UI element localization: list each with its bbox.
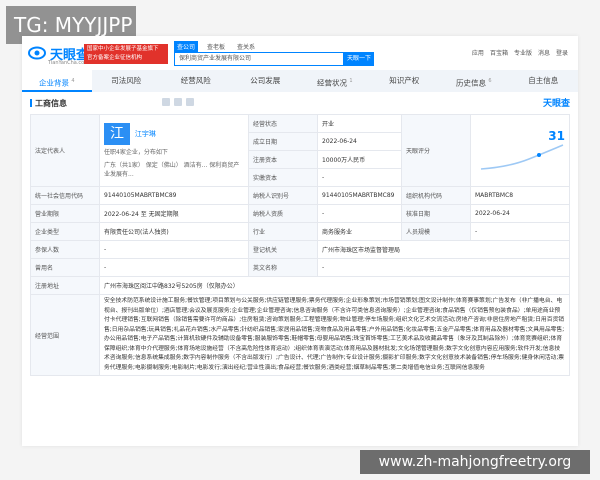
taxid-label: 纳税人识别号 xyxy=(248,186,318,205)
legal-rep-label: 法定代表人 xyxy=(30,114,100,187)
score-label: 天眼评分 xyxy=(401,114,471,187)
scope-label: 经营范围 xyxy=(30,294,100,376)
logo-sub: TianYanCha.com xyxy=(48,60,90,66)
paid-value: - xyxy=(317,168,402,187)
capital-value: 10000万人民币 xyxy=(317,150,402,169)
former-value: - xyxy=(99,258,249,277)
tab-history[interactable]: 历史信息 6 xyxy=(439,70,509,92)
legal-rep-roles: 任职4家企业，分布如下 xyxy=(104,149,168,156)
menu-pro[interactable]: 专业版 xyxy=(514,48,532,57)
staff-value: - xyxy=(470,222,570,241)
paid-label: 实缴资本 xyxy=(248,168,318,187)
menu-messages[interactable]: 消息 xyxy=(538,48,550,57)
copy-icon[interactable] xyxy=(162,98,170,106)
tab-operation[interactable]: 经营状况 1 xyxy=(300,70,370,92)
address-value: 广州市海珠区阅江中路832号5205房（仅限办公） xyxy=(99,276,570,295)
tab-self-info[interactable]: 自主信息 xyxy=(509,70,579,92)
logo-eye-icon xyxy=(28,46,46,60)
tab-ip[interactable]: 知识产权 xyxy=(370,70,440,92)
orgcode-value: MABRTBMC8 xyxy=(470,186,570,205)
status-value: 开业 xyxy=(317,114,402,133)
authority-label: 登记机关 xyxy=(248,240,318,259)
credit-value: 91440105MABRTBMC89 xyxy=(99,186,249,205)
approve-label: 核准日期 xyxy=(401,204,471,223)
menu-login[interactable]: 登录 xyxy=(556,48,568,57)
brand-watermark: 天眼查 xyxy=(542,99,570,109)
industry-label: 行业 xyxy=(248,222,318,241)
capital-label: 注册资本 xyxy=(248,150,318,169)
search-input[interactable]: 保利商贸产业发展有限公司 xyxy=(174,52,344,66)
tab-judicial-risk[interactable]: 司法风险 xyxy=(92,70,162,92)
company-page: 天眼查 TianYanCha.com 国家中小企业发展子基金旗下 官方备案企业征… xyxy=(22,36,578,446)
score-chart-icon xyxy=(480,143,564,170)
tab-development[interactable]: 公司发展 xyxy=(231,70,301,92)
orgcode-label: 组织机构代码 xyxy=(401,186,471,205)
business-info-table: 法定代表人 江 江宇琳 任职4家企业，分布如下 广东（共1家） 保定（佛山） 酒… xyxy=(30,114,570,376)
founded-label: 成立日期 xyxy=(248,132,318,151)
download-icon[interactable] xyxy=(174,98,182,106)
legal-rep-regions: 广东（共1家） 保定（佛山） 酒洁有... 保利商贸产业发展有... xyxy=(104,162,240,178)
search-tabs: 查公司 查老板 查关系 xyxy=(174,41,258,52)
credit-label: 统一社会信用代码 xyxy=(30,186,100,205)
term-label: 营业期限 xyxy=(30,204,100,223)
taxqual-label: 纳税人资质 xyxy=(248,204,318,223)
type-label: 企业类型 xyxy=(30,222,100,241)
credential-badge: 国家中小企业发展子基金旗下 官方备案企业征信机构 xyxy=(84,44,168,64)
tool-icons xyxy=(162,98,194,106)
search-tab-company[interactable]: 查公司 xyxy=(174,41,199,52)
status-label: 经营状态 xyxy=(248,114,318,133)
type-value: 有限责任公司(法人独资) xyxy=(99,222,249,241)
legal-rep-name[interactable]: 江宇琳 xyxy=(135,130,156,138)
term-value: 2022-06-24 至 无固定期限 xyxy=(99,204,249,223)
search-tab-relation[interactable]: 查关系 xyxy=(234,41,258,52)
search-button[interactable]: 天眼一下 xyxy=(344,52,374,66)
authority-value: 广州市海珠区市场监督管理局 xyxy=(317,240,570,259)
former-label: 曾用名 xyxy=(30,258,100,277)
insured-value: - xyxy=(99,240,249,259)
taxqual-value: - xyxy=(317,204,402,223)
top-right-menu: 应用 百宝箱 专业版 消息 登录 xyxy=(472,48,568,57)
english-value: - xyxy=(317,258,570,277)
search-tab-boss[interactable]: 查老板 xyxy=(204,41,228,52)
tab-background[interactable]: 企业背景 4 xyxy=(22,70,92,92)
menu-toolbox[interactable]: 百宝箱 xyxy=(490,48,508,57)
legal-rep-cell: 江 江宇琳 任职4家企业，分布如下 广东（共1家） 保定（佛山） 酒洁有... … xyxy=(99,114,249,187)
taxid-value: 91440105MABRTBMC89 xyxy=(317,186,402,205)
scope-value: 安全技术防范系统设计施工服务;餐饮管理;项目策划与公关服务;供应链管理服务;票务… xyxy=(99,294,570,376)
title-bar xyxy=(30,99,32,107)
section-title: 工商信息 xyxy=(30,98,67,109)
approve-value: 2022-06-24 xyxy=(470,204,570,223)
score-value[interactable]: 31 xyxy=(548,129,565,143)
address-label: 注册地址 xyxy=(30,276,100,295)
tab-business-risk[interactable]: 经营风险 xyxy=(161,70,231,92)
site-watermark: www.zh-mahjongfreetry.org xyxy=(360,450,590,474)
founded-value: 2022-06-24 xyxy=(317,132,402,151)
top-bar: 天眼查 TianYanCha.com 国家中小企业发展子基金旗下 官方备案企业征… xyxy=(22,36,578,70)
menu-apps[interactable]: 应用 xyxy=(472,48,484,57)
avatar: 江 xyxy=(104,123,130,145)
dimension-tabs: 企业背景 4 司法风险 经营风险 公司发展 经营状况 1 知识产权 历史信息 6… xyxy=(22,70,578,92)
english-label: 英文名称 xyxy=(248,258,318,277)
staff-label: 人员规模 xyxy=(401,222,471,241)
share-icon[interactable] xyxy=(186,98,194,106)
score-cell: 31 xyxy=(470,114,570,187)
insured-label: 参保人数 xyxy=(30,240,100,259)
industry-value: 商务服务业 xyxy=(317,222,402,241)
